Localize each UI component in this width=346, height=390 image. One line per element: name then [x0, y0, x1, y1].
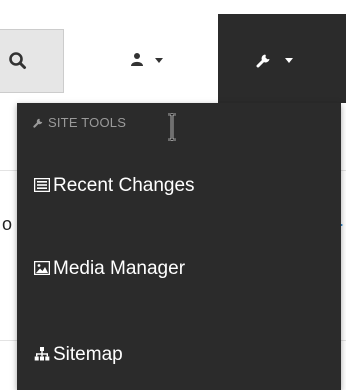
menu-item-label: Media Manager	[53, 258, 186, 279]
menu-header: SITE TOOLS	[33, 115, 126, 130]
image-icon	[34, 261, 50, 275]
sitemap-icon	[34, 347, 50, 361]
menu-item-media-manager[interactable]: Media Manager	[17, 249, 341, 289]
menu-header-label: SITE TOOLS	[48, 115, 127, 130]
top-navbar	[0, 0, 346, 103]
menu-item-sitemap[interactable]: Sitemap	[17, 335, 341, 375]
site-tools-dropdown: SITE TOOLS Recent Changes Media Manager	[17, 103, 341, 390]
menu-item-label: Recent Changes	[53, 175, 195, 196]
chevron-down-icon	[285, 58, 293, 63]
tools-menu-button[interactable]	[218, 14, 346, 103]
wrench-icon	[256, 54, 270, 68]
chevron-down-icon	[155, 58, 163, 63]
user-icon	[131, 53, 143, 66]
list-icon	[34, 178, 50, 192]
menu-item-recent-changes[interactable]: Recent Changes	[17, 166, 341, 206]
search-icon	[9, 52, 26, 69]
text-cursor-icon	[168, 113, 176, 141]
menu-item-label: Sitemap	[53, 344, 123, 365]
page-text-fragment: o	[2, 214, 13, 234]
search-button[interactable]	[0, 29, 64, 93]
wrench-icon	[33, 118, 43, 128]
user-menu-button[interactable]	[122, 44, 170, 74]
